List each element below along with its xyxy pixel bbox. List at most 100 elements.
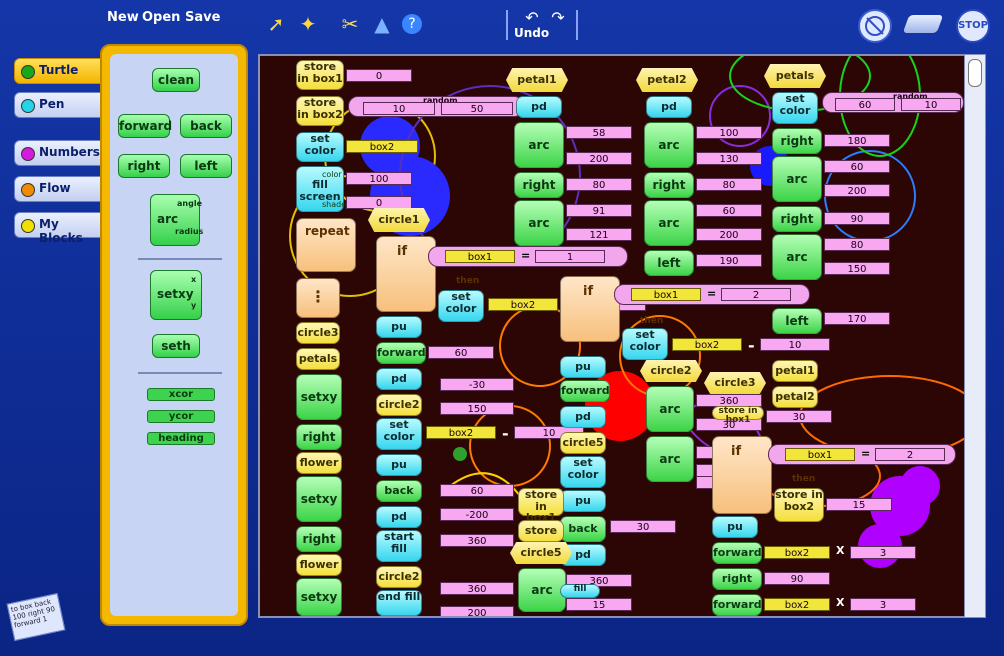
arc-block[interactable]: arc <box>772 156 822 202</box>
pu-block[interactable]: pu <box>376 316 422 338</box>
circle2-block-2[interactable]: circle2 <box>376 566 422 588</box>
save-menu[interactable]: Save <box>185 10 220 25</box>
no-turtle-icon[interactable] <box>858 9 892 43</box>
back-value[interactable]: 60 <box>440 484 514 497</box>
value-slot[interactable]: 0 <box>346 69 412 82</box>
arc-block-3[interactable]: arc <box>518 568 566 612</box>
random-value-e[interactable]: 360 <box>440 582 514 595</box>
back-block[interactable]: back <box>560 516 606 542</box>
fill-block[interactable]: fill <box>560 584 600 598</box>
petal1-block[interactable]: petal1 <box>772 360 818 382</box>
right-block-2[interactable]: right <box>772 206 822 232</box>
set-color-block[interactable]: set color <box>296 132 344 162</box>
left-value[interactable]: 170 <box>824 312 890 325</box>
box1-reporter[interactable]: box1 <box>445 250 515 263</box>
right-value[interactable]: 80 <box>566 178 632 191</box>
box2-reporter[interactable]: box2 <box>488 298 558 311</box>
forward-block[interactable]: forward <box>376 342 426 364</box>
box2-reporter-2[interactable]: box2 <box>426 426 496 439</box>
compare-value[interactable]: 2 <box>875 448 945 461</box>
ycor-reporter[interactable]: ycor <box>147 410 215 423</box>
back-value[interactable]: 30 <box>610 520 676 533</box>
scroll-thumb[interactable] <box>968 59 982 87</box>
setxy-block-3[interactable]: setxy <box>296 578 342 616</box>
right-block[interactable]: right <box>644 172 694 198</box>
store-in-box1-block[interactable]: store in box1 <box>712 406 764 425</box>
random-operator[interactable]: random 10 50 <box>348 96 524 117</box>
forward-block[interactable]: forward <box>560 380 610 402</box>
box2-reporter[interactable]: box2 <box>764 546 830 559</box>
arc-angle-value-2[interactable]: 91 <box>566 204 632 217</box>
forward-block[interactable]: forward <box>712 542 762 564</box>
tab-flow[interactable]: Flow <box>14 176 102 202</box>
seth-block[interactable]: seth <box>152 334 200 358</box>
compare-value[interactable]: 1 <box>535 250 605 263</box>
pd-block[interactable]: pd <box>646 96 692 118</box>
pd-block-2[interactable]: pd <box>376 506 422 528</box>
right-value[interactable]: 80 <box>696 178 762 191</box>
color-value[interactable]: 100 <box>346 172 412 185</box>
arc-angle-value[interactable]: 58 <box>566 126 632 139</box>
random-operator[interactable]: random 60 10 <box>822 92 964 113</box>
circle5-block[interactable]: circle5 <box>560 432 606 454</box>
store-in-box2-block[interactable]: store in box2 <box>774 488 824 522</box>
arc-radius-value-2[interactable]: 150 <box>824 262 890 275</box>
right-block[interactable]: right <box>118 154 170 178</box>
multiply-value[interactable]: 3 <box>850 546 916 559</box>
store-in-box1-block[interactable]: store in box1 <box>518 488 564 523</box>
set-color-block[interactable]: set color <box>622 328 668 360</box>
stop-button[interactable]: STOP <box>956 9 990 43</box>
clean-block[interactable]: clean <box>152 68 200 92</box>
equals-operator[interactable]: box1 = 2 <box>768 444 956 465</box>
circle2-block[interactable]: circle2 <box>376 394 422 416</box>
set-color-block[interactable]: set color <box>438 290 484 322</box>
random-value-f[interactable]: 200 <box>440 606 514 616</box>
random-max[interactable]: 50 <box>441 102 513 115</box>
random-max[interactable]: 10 <box>901 98 961 111</box>
if-block[interactable]: if <box>376 236 436 312</box>
circle5-hat[interactable]: circle5 <box>510 542 572 564</box>
pd-block[interactable]: pd <box>376 368 422 390</box>
box2-reporter[interactable]: box2 <box>672 338 742 351</box>
pd-block-2[interactable]: pd <box>560 406 606 428</box>
right-value[interactable]: 180 <box>824 134 890 147</box>
undo-label[interactable]: Undo <box>514 26 549 40</box>
petal1-hat[interactable]: petal1 <box>506 68 568 92</box>
eraser-icon[interactable] <box>902 15 944 33</box>
back-block[interactable]: back <box>376 480 422 502</box>
procedure-note[interactable]: to box back 100 right 90 forward 1 <box>6 593 66 641</box>
store-in-block[interactable]: store in <box>518 520 564 557</box>
drawing-canvas[interactable]: store in box1 0 store in box2 random 10 … <box>258 54 966 618</box>
arc-radius-value-3[interactable]: 15 <box>566 598 632 611</box>
start-fill-block[interactable]: start fill <box>376 530 422 562</box>
arc-radius-value[interactable]: 200 <box>566 152 632 165</box>
equals-operator-2[interactable]: box1 = 2 <box>614 284 810 305</box>
random-min[interactable]: 10 <box>363 102 435 115</box>
set-color-block[interactable]: set color <box>772 92 818 124</box>
left-block[interactable]: left <box>772 308 822 334</box>
back-block[interactable]: back <box>180 114 232 138</box>
flower-block[interactable]: flower <box>296 452 342 474</box>
circle1-hat[interactable]: circle1 <box>368 208 430 232</box>
arc-block[interactable]: arc <box>514 122 564 168</box>
left-block[interactable]: left <box>644 250 694 276</box>
petals-hat[interactable]: petals <box>764 64 826 88</box>
new-menu[interactable]: New <box>107 10 139 25</box>
arc-radius-value-2[interactable]: 200 <box>696 228 762 241</box>
end-fill-block[interactable]: end fill <box>376 590 422 616</box>
right-block[interactable]: right <box>772 128 822 154</box>
arc-block-2[interactable]: arc <box>772 234 822 280</box>
arrow-pointer-icon[interactable]: ➚ <box>264 12 288 36</box>
random-min[interactable]: 60 <box>835 98 895 111</box>
circle3-block[interactable]: circle3 <box>296 322 340 344</box>
right-block-2[interactable]: right <box>296 526 342 552</box>
if-block[interactable]: if <box>712 436 772 514</box>
store-in-box2-block[interactable]: store in box2 <box>296 96 344 126</box>
arc-block-3[interactable]: arc <box>646 386 694 432</box>
arc-block-4[interactable]: arc <box>646 436 694 482</box>
pu-block[interactable]: pu <box>712 516 758 538</box>
set-color-block-2[interactable]: set color <box>376 418 422 450</box>
flower-block-2[interactable]: flower <box>296 554 342 576</box>
right-block[interactable]: right <box>296 424 342 450</box>
arc-angle-value-2[interactable]: 60 <box>696 204 762 217</box>
